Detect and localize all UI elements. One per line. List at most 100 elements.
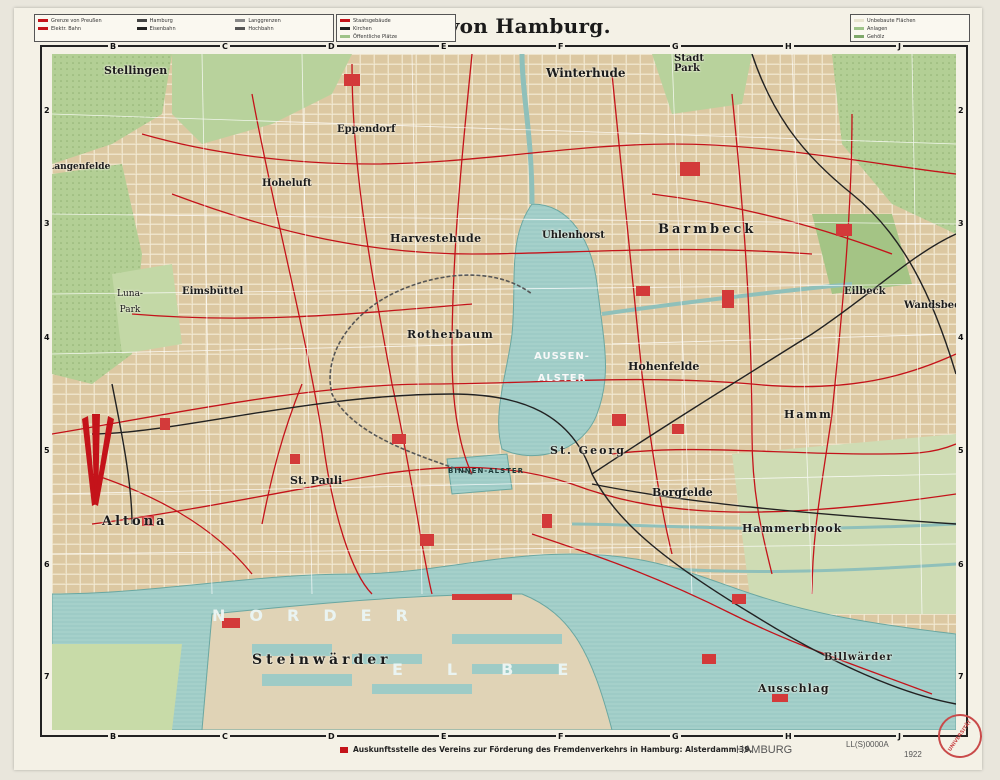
- legend-item: Elektr. Bahn: [38, 25, 133, 32]
- harbour-basin: [452, 634, 562, 644]
- place-label: Eppendorf: [337, 124, 396, 135]
- legend-label: Unbebaute Flächen: [867, 17, 916, 24]
- legend-item: Langgrenzen: [235, 17, 330, 24]
- place-label: Steinwärder: [252, 652, 392, 668]
- place-label: Eimsbüttel: [182, 286, 244, 297]
- legend-box: Grenze von Preußen Hamburg Langgrenzen E…: [34, 14, 334, 42]
- grid-col-label: C: [220, 42, 230, 51]
- legend-item: Anlagen: [854, 25, 966, 32]
- grid-col-label: G: [670, 42, 681, 51]
- legend-item: Gehölz: [854, 33, 966, 40]
- grid-col-label: E: [439, 732, 449, 741]
- grid-row-label: 4: [42, 333, 52, 342]
- grid-col-label: J: [896, 42, 903, 51]
- catalog-stamp: HAMBURG: [736, 744, 793, 756]
- legend-swatch: [854, 35, 864, 38]
- place-label: Langenfelde: [52, 162, 111, 172]
- grid-row-label: 7: [956, 672, 966, 681]
- grid-col-label: E: [439, 42, 449, 51]
- place-label: St. Pauli: [290, 474, 343, 487]
- footer-text: Auskunftsstelle des Vereins zur Förderun…: [353, 745, 753, 754]
- legend-item: Unbebaute Flächen: [854, 17, 966, 24]
- legend-swatch: [136, 19, 147, 22]
- legend-label: Anlagen: [867, 25, 888, 32]
- year-stamp: 1922: [904, 750, 922, 759]
- legend-swatch: [136, 27, 147, 30]
- grid-row-label: 4: [956, 333, 966, 342]
- legend-label: Hamburg: [149, 17, 173, 24]
- place-label: Hammerbrook: [742, 522, 843, 535]
- legend-label: Staatsgebäude: [353, 17, 391, 24]
- place-label: St. Georg: [550, 444, 626, 457]
- place-label: Wandsbeck: [904, 300, 956, 311]
- place-label: Uhlenhorst: [542, 230, 605, 241]
- place-label: Ausschlag: [758, 682, 830, 695]
- legend-item: Staatsgebäude: [340, 17, 452, 24]
- grid-col-label: B: [108, 732, 119, 741]
- legend-label: Kirchen: [353, 25, 372, 32]
- grid-col-label: B: [108, 42, 119, 51]
- legend-item: Hochbahn: [235, 25, 330, 32]
- legend-swatch: [340, 27, 350, 30]
- legend-label: Hochbahn: [248, 25, 274, 32]
- grid-col-label: F: [556, 732, 566, 741]
- legend-item: Grenze von Preußen: [38, 17, 133, 24]
- grid-row-label: 2: [42, 106, 52, 115]
- grid-col-label: F: [556, 42, 566, 51]
- legend-swatch: [38, 19, 48, 22]
- legend-swatch: [854, 19, 864, 22]
- legend-label: Gehölz: [867, 33, 885, 40]
- grid-row-label: 6: [42, 560, 52, 569]
- legend-item: Eisenbahn: [136, 25, 232, 32]
- grid-row-label: 3: [42, 219, 52, 228]
- legend-box-2: Staatsgebäude Kirchen Öffentliche Plätze: [336, 14, 456, 42]
- map-drawing: [52, 54, 956, 730]
- grid-col-label: D: [326, 732, 337, 741]
- legend-swatch: [38, 27, 48, 30]
- legend-swatch: [235, 27, 246, 30]
- legend-swatch: [235, 19, 246, 22]
- legend-label: Öffentliche Plätze: [353, 33, 398, 40]
- footer-note: Auskunftsstelle des Vereins zur Förderun…: [340, 745, 752, 754]
- water-label: AUSSEN-ALSTER: [534, 351, 590, 384]
- legend-item: Öffentliche Plätze: [340, 33, 452, 40]
- legend-item: Hamburg: [136, 17, 232, 24]
- legend-label: Eisenbahn: [149, 25, 176, 32]
- legend-swatch: [340, 19, 350, 22]
- water-label: ELBE: [392, 660, 613, 679]
- place-label: Altona: [102, 514, 168, 529]
- grid-row-label: 3: [956, 219, 966, 228]
- legend-label: Grenze von Preußen: [51, 17, 102, 24]
- legend-label: Elektr. Bahn: [51, 25, 82, 32]
- grid-row-label: 5: [956, 446, 966, 455]
- harbour-basin: [372, 684, 472, 694]
- place-label: Winterhude: [546, 66, 626, 80]
- place-label: Stellingen: [104, 64, 168, 77]
- legend-swatch: [854, 27, 864, 30]
- grid-col-label: G: [670, 732, 681, 741]
- legend-swatch: [340, 35, 350, 38]
- place-label: Billwärder: [824, 652, 893, 663]
- place-label: Hamm: [784, 408, 833, 421]
- legend-box-3: Unbebaute Flächen Anlagen Gehölz: [850, 14, 970, 42]
- grid-row-label: 7: [42, 672, 52, 681]
- grid-col-label: H: [783, 42, 794, 51]
- map-canvas[interactable]: Stellingen Eppendorf Winterhude Stadt Pa…: [52, 54, 956, 730]
- grid-row-label: 5: [42, 446, 52, 455]
- wilhelmsburg-area: [52, 644, 182, 730]
- place-label: Hohenfelde: [628, 360, 700, 373]
- place-label: Eilbeck: [844, 286, 886, 297]
- grid-col-label: D: [326, 42, 337, 51]
- legend-item: Kirchen: [340, 25, 452, 32]
- place-label: Rotherbaum: [407, 328, 494, 341]
- grid-col-label: H: [783, 732, 794, 741]
- place-label: Stadt Park: [674, 54, 704, 74]
- grid-col-label: J: [896, 732, 903, 741]
- place-label: Hoheluft: [262, 178, 312, 189]
- water-label: BINNEN-ALSTER: [448, 467, 525, 475]
- grid-row-label: 6: [956, 560, 966, 569]
- place-label: Luna-Park: [117, 289, 143, 315]
- harbour-basin: [262, 674, 352, 686]
- shelfmark-stamp: LL(S)0000A: [846, 740, 889, 749]
- place-label: Harvestehude: [390, 232, 482, 245]
